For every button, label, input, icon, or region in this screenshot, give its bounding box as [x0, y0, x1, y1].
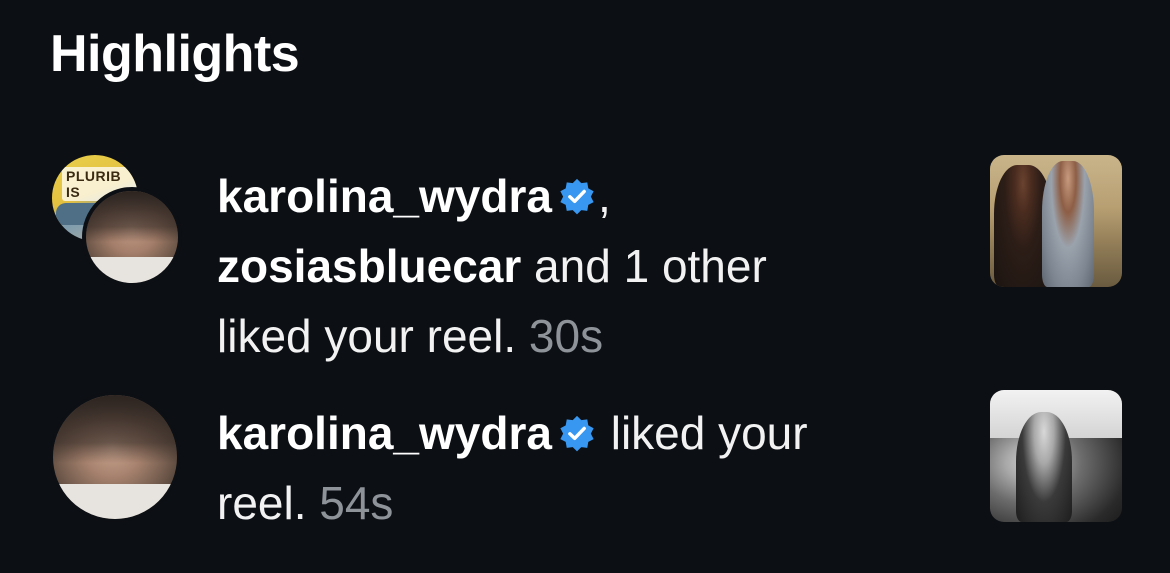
username-link[interactable]: zosiasbluecar: [217, 240, 521, 292]
timestamp: 54s: [319, 477, 394, 529]
avatar-shirt: [53, 484, 177, 519]
avatar[interactable]: [82, 187, 182, 287]
thumbnail-figure: [1016, 412, 1072, 522]
avatar-hair: [86, 191, 178, 242]
thumbnail-figure: [1042, 161, 1094, 287]
avatar[interactable]: [50, 392, 180, 522]
notification-text: karolina_wydra , zosiasbluecar and 1 oth…: [217, 161, 937, 371]
action-text: reel.: [217, 477, 307, 529]
comma-text: ,: [597, 170, 611, 222]
username-link[interactable]: karolina_wydra: [217, 407, 552, 459]
action-text: liked your reel.: [217, 310, 517, 362]
avatar-shirt: [86, 257, 178, 283]
notification-item[interactable]: karolina_wydra liked your reel. 54s: [0, 390, 1170, 530]
action-text: liked your: [597, 407, 808, 459]
section-title: Highlights: [50, 25, 300, 83]
avatar-hair: [53, 395, 177, 464]
verified-badge-icon: [560, 178, 594, 215]
avatar-stack[interactable]: PLURIB IS: [48, 153, 182, 287]
reel-thumbnail[interactable]: [990, 390, 1122, 522]
others-text: and 1 other: [521, 240, 767, 292]
verified-badge-icon: [560, 415, 594, 452]
avatar-stack[interactable]: [48, 390, 182, 524]
username-link[interactable]: karolina_wydra: [217, 170, 552, 222]
notification-item[interactable]: PLURIB IS karolina_wydra , zosiasbluecar…: [0, 153, 1170, 362]
reel-thumbnail[interactable]: [990, 155, 1122, 287]
timestamp: 30s: [528, 310, 604, 362]
notification-text: karolina_wydra liked your reel. 54s: [217, 398, 937, 538]
